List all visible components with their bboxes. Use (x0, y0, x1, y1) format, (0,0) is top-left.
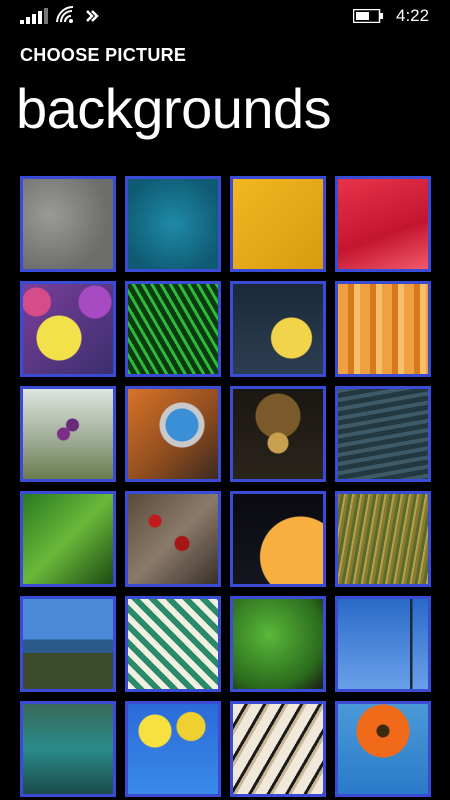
background-tile-green-leaves[interactable] (20, 491, 116, 587)
nfc-icon (86, 10, 99, 22)
background-tile-blue-sky-pole[interactable] (335, 596, 431, 692)
background-tile-purple-berries[interactable] (20, 386, 116, 482)
background-tile-teal-fabric[interactable] (125, 176, 221, 272)
wifi-icon (56, 6, 74, 23)
background-tile-glass-balls[interactable] (20, 281, 116, 377)
background-tile-red-petals[interactable] (335, 176, 431, 272)
background-tile-green-straws[interactable] (125, 281, 221, 377)
background-grid (20, 176, 431, 797)
background-tile-orange-wood[interactable] (335, 281, 431, 377)
page-title: backgrounds (16, 77, 332, 140)
background-tile-coastal-view[interactable] (20, 596, 116, 692)
background-tile-door-knocker[interactable] (230, 386, 326, 482)
background-tile-yellow-flower-water[interactable] (230, 281, 326, 377)
background-tile-orange-egg[interactable] (230, 491, 326, 587)
battery-icon (353, 9, 383, 23)
background-tile-ocean-water[interactable] (335, 386, 431, 482)
background-tile-concrete[interactable] (20, 176, 116, 272)
background-tile-orange-gerbera[interactable] (335, 701, 431, 797)
background-tile-striped-chair[interactable] (125, 596, 221, 692)
background-tile-diving-helmet[interactable] (125, 386, 221, 482)
background-tile-green-foliage[interactable] (230, 596, 326, 692)
background-tile-yellow-flowers-blue[interactable] (125, 701, 221, 797)
background-tile-yellow-leaf-texture[interactable] (230, 176, 326, 272)
status-time: 4:22 (396, 6, 430, 25)
background-tile-red-flowers-stairs[interactable] (125, 491, 221, 587)
background-tile-piano-keys[interactable] (230, 701, 326, 797)
background-tile-canal-boat[interactable] (20, 701, 116, 797)
page-subtitle: CHOOSE PICTURE (20, 45, 187, 65)
signal-icon (20, 8, 48, 24)
background-tile-tall-grass[interactable] (335, 491, 431, 587)
status-bar: 4:22 (0, 0, 450, 32)
